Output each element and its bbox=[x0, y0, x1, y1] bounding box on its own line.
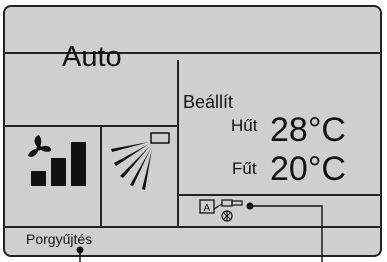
status-callout bbox=[76, 246, 84, 262]
fan-icon bbox=[28, 135, 52, 157]
airflow-direction-icon bbox=[111, 132, 170, 190]
svg-text:A: A bbox=[204, 203, 211, 214]
auto-filter-icon: A bbox=[199, 199, 243, 222]
lcd-graphics: A bbox=[28, 132, 323, 262]
filter-icon-callout bbox=[246, 202, 323, 262]
